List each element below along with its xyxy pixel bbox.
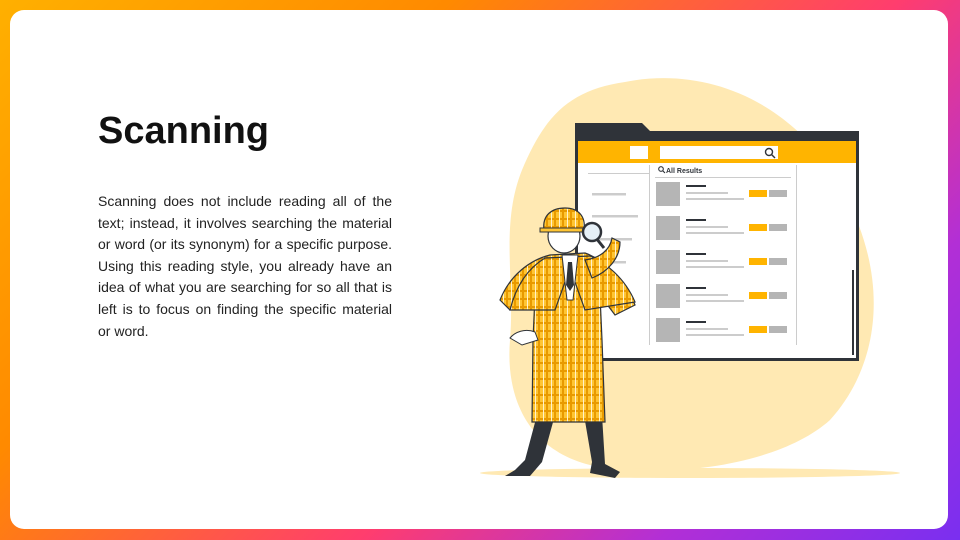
detective-search-illustration: All Results: [480, 78, 900, 478]
slide-body-text: Scanning does not include reading all of…: [98, 193, 392, 339]
ground-shadow: [480, 468, 900, 478]
logo-box: [630, 146, 648, 159]
slide-title: Scanning: [98, 110, 270, 152]
all-results-label: All Results: [666, 168, 702, 175]
slide-frame: Scanning Scanning does not include readi…: [0, 0, 960, 540]
browser-search-bar: [660, 146, 778, 159]
slide-card: Scanning Scanning does not include readi…: [10, 10, 948, 529]
